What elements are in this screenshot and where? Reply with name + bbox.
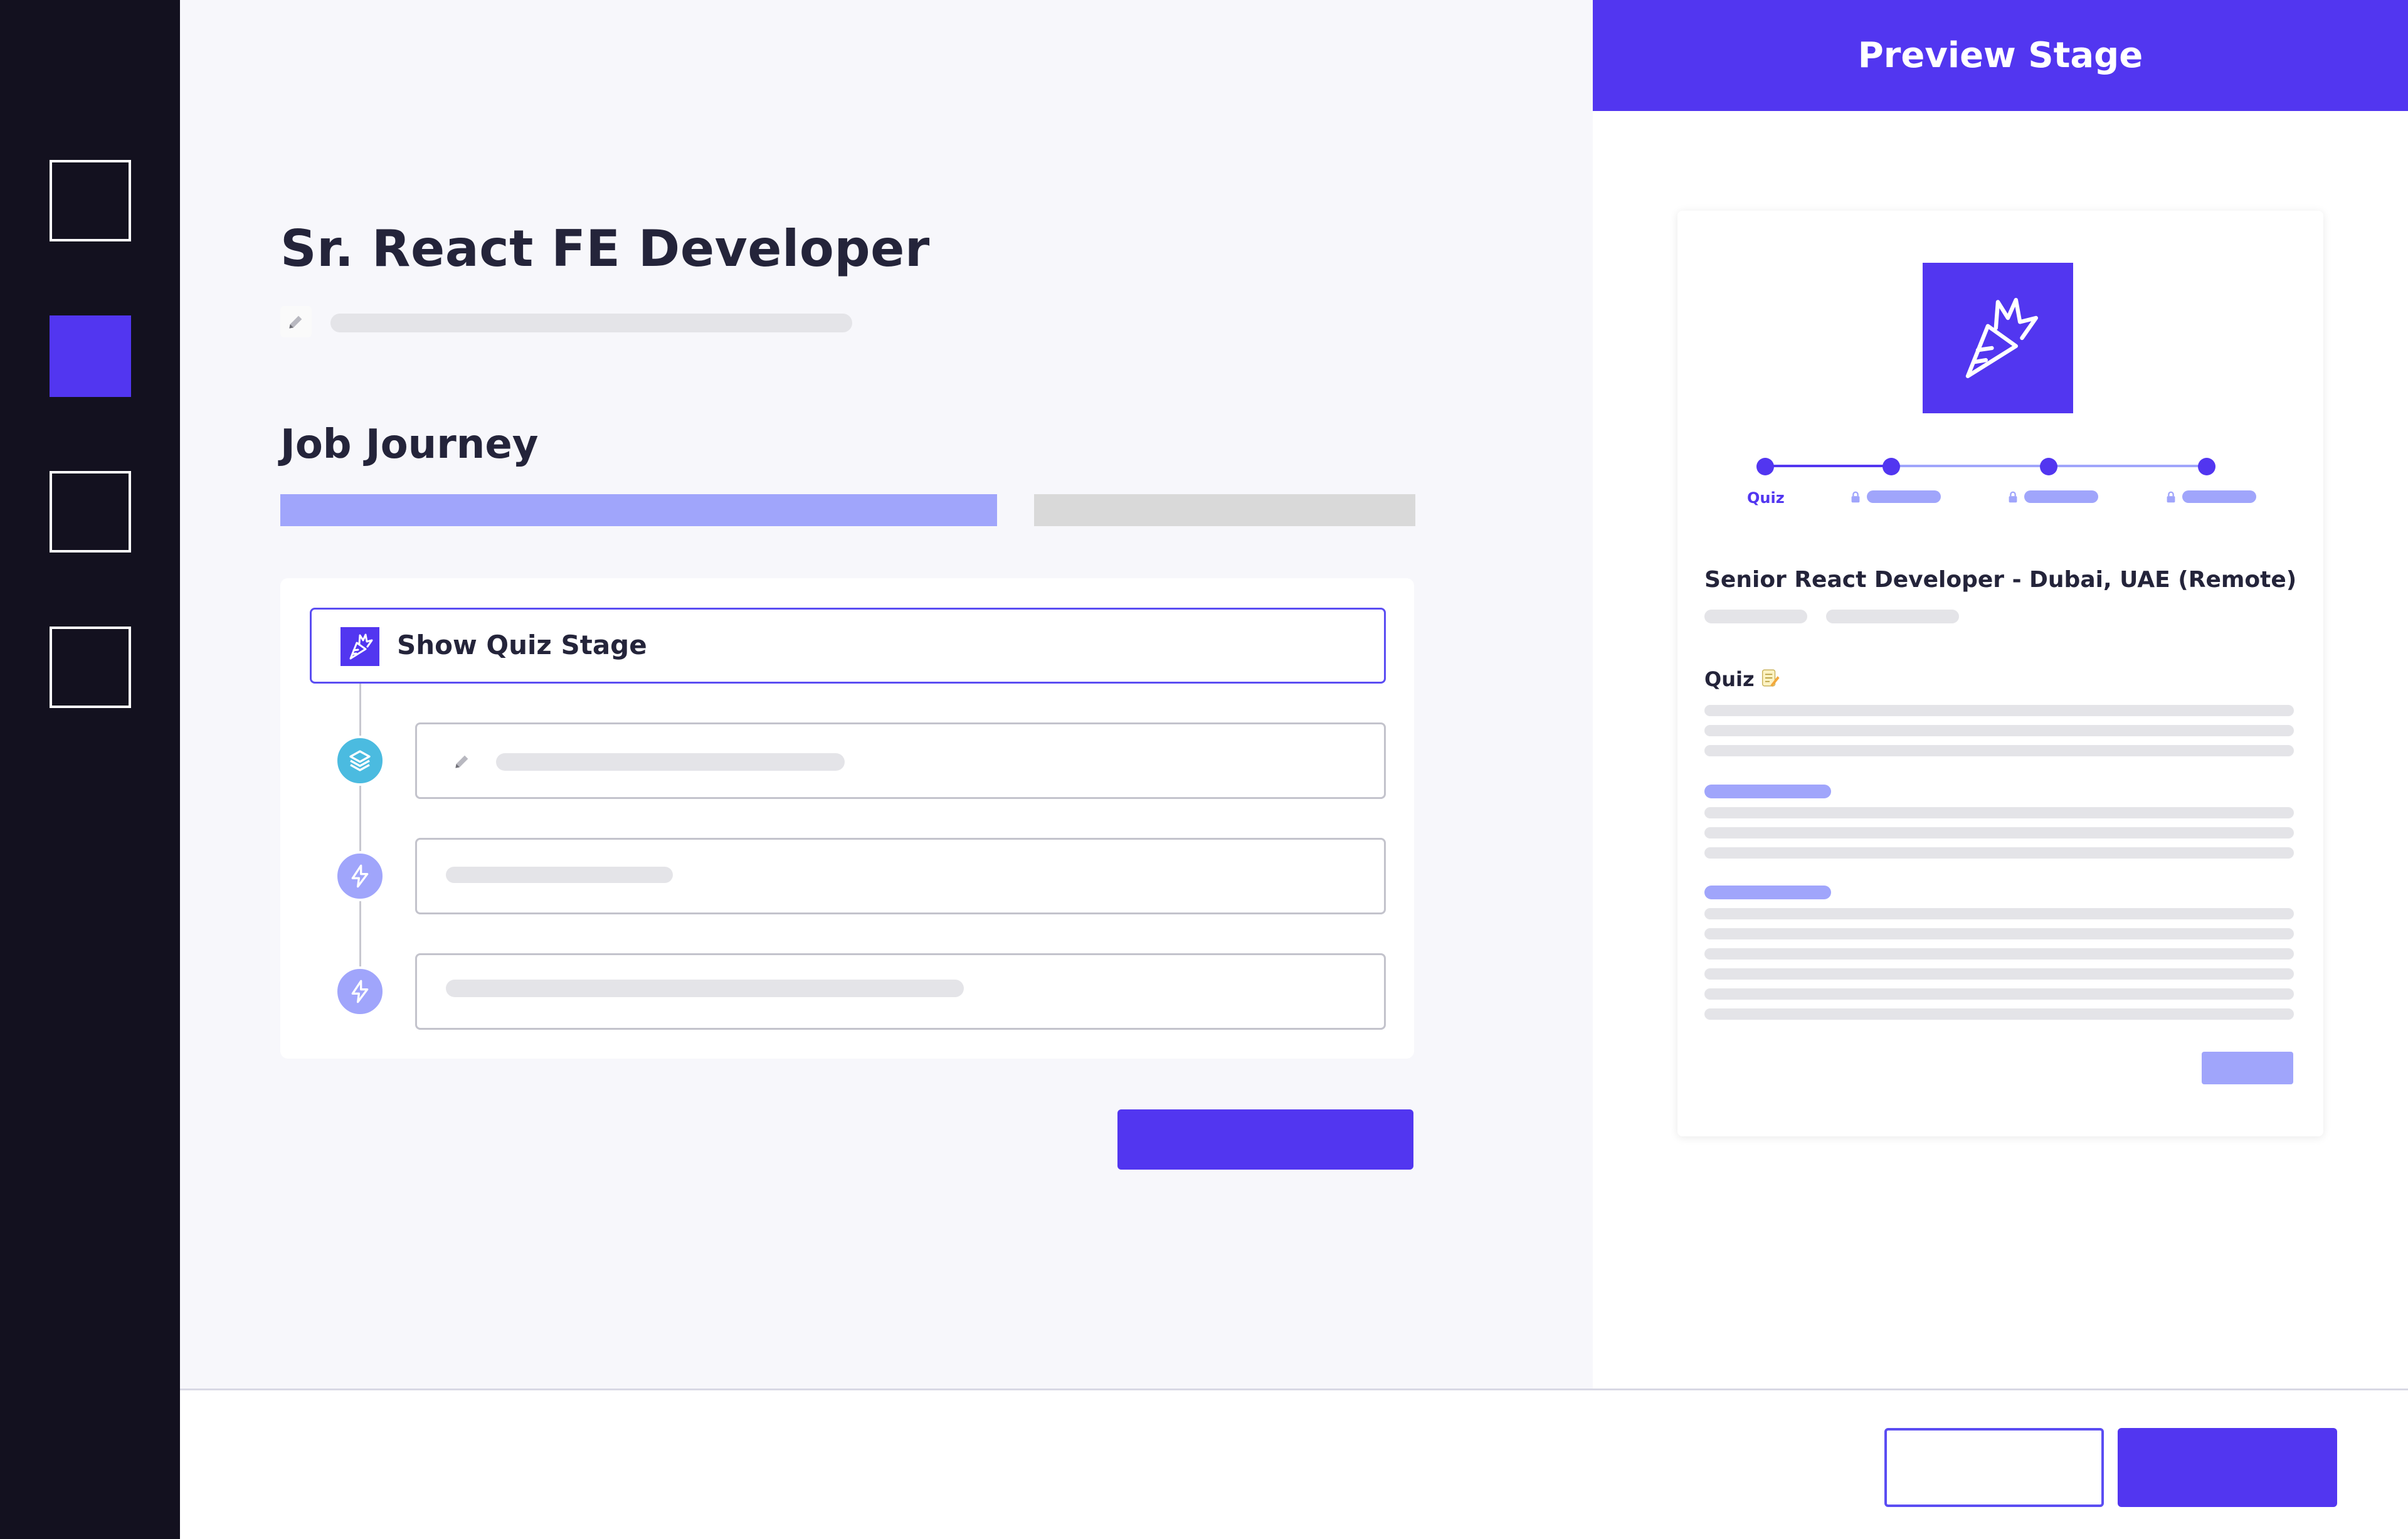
carrot-icon xyxy=(1923,263,2073,413)
carrot-icon xyxy=(341,627,379,666)
progress-label-quiz: Quiz xyxy=(1747,489,1785,507)
step-2-placeholder xyxy=(446,867,673,883)
timeline-line xyxy=(359,684,361,967)
sidebar-item-3[interactable] xyxy=(50,471,131,553)
step-row-3[interactable] xyxy=(415,953,1386,1030)
quiz-text-placeholder xyxy=(1704,725,2294,736)
pencil-icon[interactable] xyxy=(452,751,472,771)
journey-card: Show Quiz Stage xyxy=(280,578,1414,1059)
sidebar-item-4[interactable] xyxy=(50,627,131,708)
question-option-placeholder[interactable] xyxy=(1704,847,2294,859)
footer-bar xyxy=(180,1388,2408,1539)
continue-button[interactable] xyxy=(1117,1109,1413,1170)
preview-header: Preview Stage xyxy=(1593,0,2408,111)
question-option-placeholder[interactable] xyxy=(1704,807,2294,818)
sidebar xyxy=(0,0,180,1539)
tab-inactive[interactable] xyxy=(1034,494,1415,526)
question-option-placeholder[interactable] xyxy=(1704,988,2294,1000)
meta-placeholder xyxy=(1704,610,1807,623)
layers-icon xyxy=(335,736,385,786)
preview-panel: Preview Stage Quiz Senior React Develope… xyxy=(1593,0,2408,1388)
main-panel: Sr. React FE Developer Job Journey Show … xyxy=(180,0,1593,1388)
progress-dot-2 xyxy=(1883,458,1900,475)
pencil-icon[interactable] xyxy=(280,306,312,337)
preview-job-heading: Senior React Developer - Dubai, UAE (Rem… xyxy=(1704,567,2297,593)
question-option-placeholder[interactable] xyxy=(1704,1008,2294,1020)
locked-stage-placeholder xyxy=(2182,490,2256,503)
section-title: Job Journey xyxy=(280,421,539,468)
lightning-icon xyxy=(335,966,385,1017)
lock-icon xyxy=(2164,490,2178,504)
preview-card: Quiz Senior React Developer - Dubai, UAE… xyxy=(1677,211,2323,1136)
question-option-placeholder[interactable] xyxy=(1704,827,2294,838)
question-option-placeholder[interactable] xyxy=(1704,908,2294,919)
locked-stage-placeholder xyxy=(1867,490,1941,503)
question-option-placeholder[interactable] xyxy=(1704,948,2294,960)
page-title: Sr. React FE Developer xyxy=(280,219,930,278)
progress-dot-4 xyxy=(2198,458,2215,475)
quiz-stage-row[interactable]: Show Quiz Stage xyxy=(310,608,1386,684)
step-row-1[interactable] xyxy=(415,722,1386,799)
step-row-2[interactable] xyxy=(415,838,1386,914)
tab-active[interactable] xyxy=(280,494,997,526)
step-1-placeholder xyxy=(496,753,845,771)
sidebar-item-2-active[interactable] xyxy=(50,315,131,397)
lock-icon xyxy=(2006,490,2020,504)
question-title-placeholder xyxy=(1704,886,1831,899)
preview-title: Preview Stage xyxy=(1857,35,2143,76)
lock-icon xyxy=(1849,490,1862,504)
memo-icon xyxy=(1759,667,1780,689)
progress-line-complete xyxy=(1765,465,1891,467)
progress-dot-1 xyxy=(1756,458,1774,475)
question-option-placeholder[interactable] xyxy=(1704,928,2294,939)
back-button[interactable] xyxy=(1884,1428,2104,1507)
question-title-placeholder xyxy=(1704,785,1831,798)
description-placeholder xyxy=(330,314,852,332)
quiz-text-placeholder xyxy=(1704,745,2294,756)
stage-label: Show Quiz Stage xyxy=(397,630,647,660)
preview-quiz-label: Quiz xyxy=(1704,667,1755,691)
lightning-icon xyxy=(335,851,385,901)
question-option-placeholder[interactable] xyxy=(1704,968,2294,980)
meta-placeholder xyxy=(1826,610,1959,623)
progress-dot-3 xyxy=(2040,458,2057,475)
locked-stage-placeholder xyxy=(2024,490,2098,503)
preview-submit-button[interactable] xyxy=(2202,1052,2293,1084)
save-button[interactable] xyxy=(2118,1428,2337,1507)
description-row xyxy=(280,306,852,337)
quiz-text-placeholder xyxy=(1704,705,2294,716)
step-3-placeholder xyxy=(446,980,964,997)
sidebar-item-1[interactable] xyxy=(50,160,131,241)
